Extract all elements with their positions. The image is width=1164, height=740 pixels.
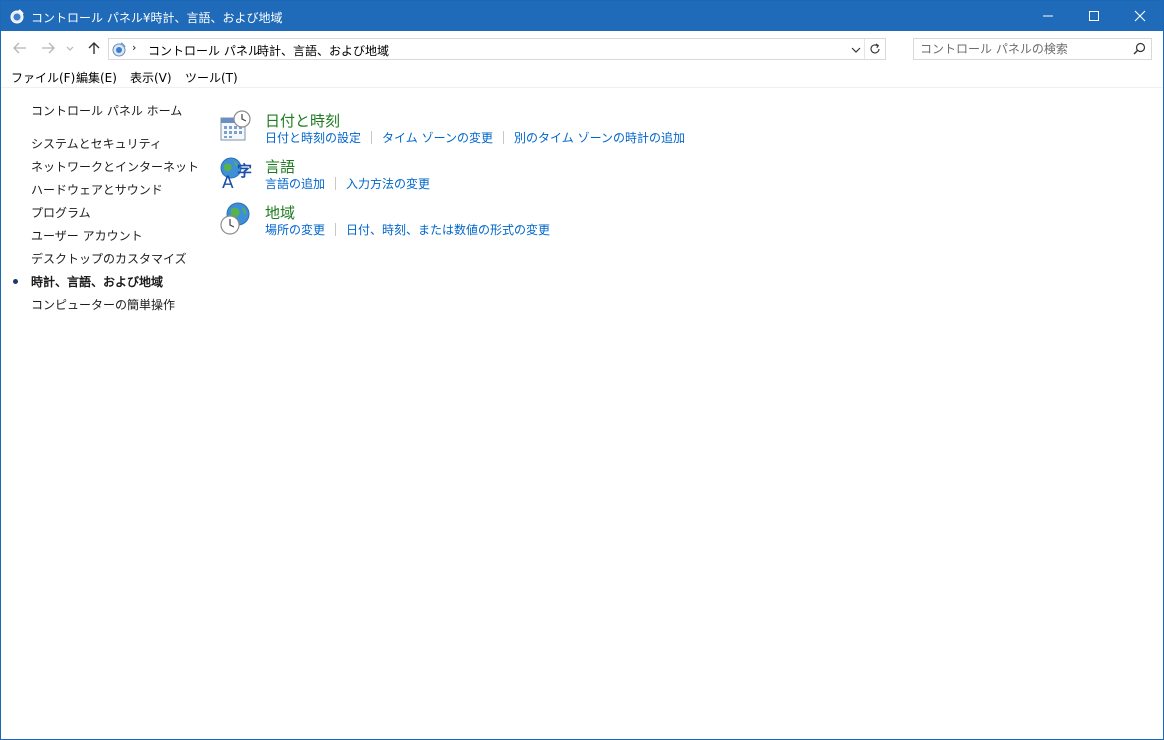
breadcrumb-clock-language-region[interactable]: 時計、言語、および地域 xyxy=(257,42,389,59)
refresh-button[interactable] xyxy=(864,39,885,59)
language-icon[interactable]: 字 A xyxy=(219,156,253,193)
close-button[interactable] xyxy=(1117,1,1163,31)
breadcrumb-separator-icon[interactable]: › xyxy=(242,41,246,54)
link-add-language[interactable]: 言語の追加 xyxy=(265,177,325,191)
sidebar-home-link[interactable]: コントロール パネル ホーム xyxy=(31,102,182,119)
up-arrow-icon[interactable] xyxy=(86,40,102,56)
breadcrumb-separator-icon[interactable]: › xyxy=(132,41,136,54)
sidebar-item-user-accounts[interactable]: ユーザー アカウント xyxy=(31,227,143,244)
title-bar[interactable]: コントロール パネル¥時計、言語、および地域 xyxy=(1,1,1163,31)
link-set-date-time[interactable]: 日付と時刻の設定 xyxy=(265,131,361,145)
control-panel-window: コントロール パネル¥時計、言語、および地域 › コントロール パネル › 時計… xyxy=(0,0,1164,740)
search-input[interactable] xyxy=(920,41,1120,56)
sidebar-item-clock-region[interactable]: 時計、言語、および地域 xyxy=(31,273,163,290)
search-box[interactable] xyxy=(913,38,1152,60)
link-change-formats[interactable]: 日付、時刻、または数値の形式の変更 xyxy=(346,223,550,237)
menu-edit[interactable]: 編集(E) xyxy=(76,69,117,86)
menu-bar: ファイル(F) 編集(E) 表示(V) ツール(T) xyxy=(1,66,1163,86)
sidebar-item-network[interactable]: ネットワークとインターネット xyxy=(31,158,199,175)
breadcrumb-separator-icon[interactable]: › xyxy=(381,41,385,54)
link-change-input-method[interactable]: 入力方法の変更 xyxy=(346,177,430,191)
control-panel-icon xyxy=(9,8,25,24)
menu-tools[interactable]: ツール(T) xyxy=(185,69,238,86)
category-links-region: 場所の変更 日付、時刻、または数値の形式の変更 xyxy=(265,221,550,238)
sidebar-item-hardware-sound[interactable]: ハードウェアとサウンド xyxy=(31,181,163,198)
category-links-date-time: 日付と時刻の設定 タイム ゾーンの変更 別のタイム ゾーンの時計の追加 xyxy=(265,129,685,146)
category-title-region[interactable]: 地域 xyxy=(265,202,295,223)
category-title-language[interactable]: 言語 xyxy=(265,156,295,177)
minimize-button[interactable] xyxy=(1025,1,1071,31)
recent-locations-chevron-icon[interactable] xyxy=(65,40,75,56)
address-dropdown-chevron-icon[interactable] xyxy=(851,44,861,58)
category-links-language: 言語の追加 入力方法の変更 xyxy=(265,175,430,192)
refresh-icon xyxy=(870,43,880,54)
link-change-time-zone[interactable]: タイム ゾーンの変更 xyxy=(382,131,493,145)
divider xyxy=(503,131,504,144)
menu-file[interactable]: ファイル(F) xyxy=(11,69,75,86)
sidebar-item-programs[interactable]: プログラム xyxy=(31,204,91,221)
back-arrow-icon[interactable] xyxy=(12,40,28,56)
divider xyxy=(1,87,1163,88)
svg-text:A: A xyxy=(222,173,234,190)
link-add-clocks[interactable]: 別のタイム ゾーンの時計の追加 xyxy=(514,131,685,145)
sidebar-item-ease-of-access[interactable]: コンピューターの簡単操作 xyxy=(31,296,175,313)
window-title: コントロール パネル¥時計、言語、および地域 xyxy=(31,11,283,25)
sidebar-item-system-security[interactable]: システムとセキュリティ xyxy=(31,135,162,152)
globe-clock-icon[interactable] xyxy=(219,202,253,236)
search-icon[interactable] xyxy=(1133,42,1146,58)
divider xyxy=(335,177,337,190)
calendar-clock-icon[interactable] xyxy=(219,110,253,144)
sidebar-item-personalization[interactable]: デスクトップのカスタマイズ xyxy=(31,250,187,267)
forward-arrow-icon[interactable] xyxy=(40,40,56,56)
address-row: › コントロール パネル › 時計、言語、および地域 › xyxy=(1,31,1163,66)
address-bar[interactable]: › コントロール パネル › 時計、言語、および地域 › xyxy=(108,38,886,60)
control-panel-icon xyxy=(111,41,127,57)
divider xyxy=(335,223,337,236)
divider xyxy=(371,131,373,144)
link-change-location[interactable]: 場所の変更 xyxy=(265,223,325,237)
menu-view[interactable]: 表示(V) xyxy=(130,69,172,86)
category-title-date-time[interactable]: 日付と時刻 xyxy=(265,110,340,131)
current-item-bullet-icon xyxy=(13,279,18,284)
maximize-button[interactable] xyxy=(1071,1,1117,31)
svg-text:字: 字 xyxy=(237,162,252,180)
